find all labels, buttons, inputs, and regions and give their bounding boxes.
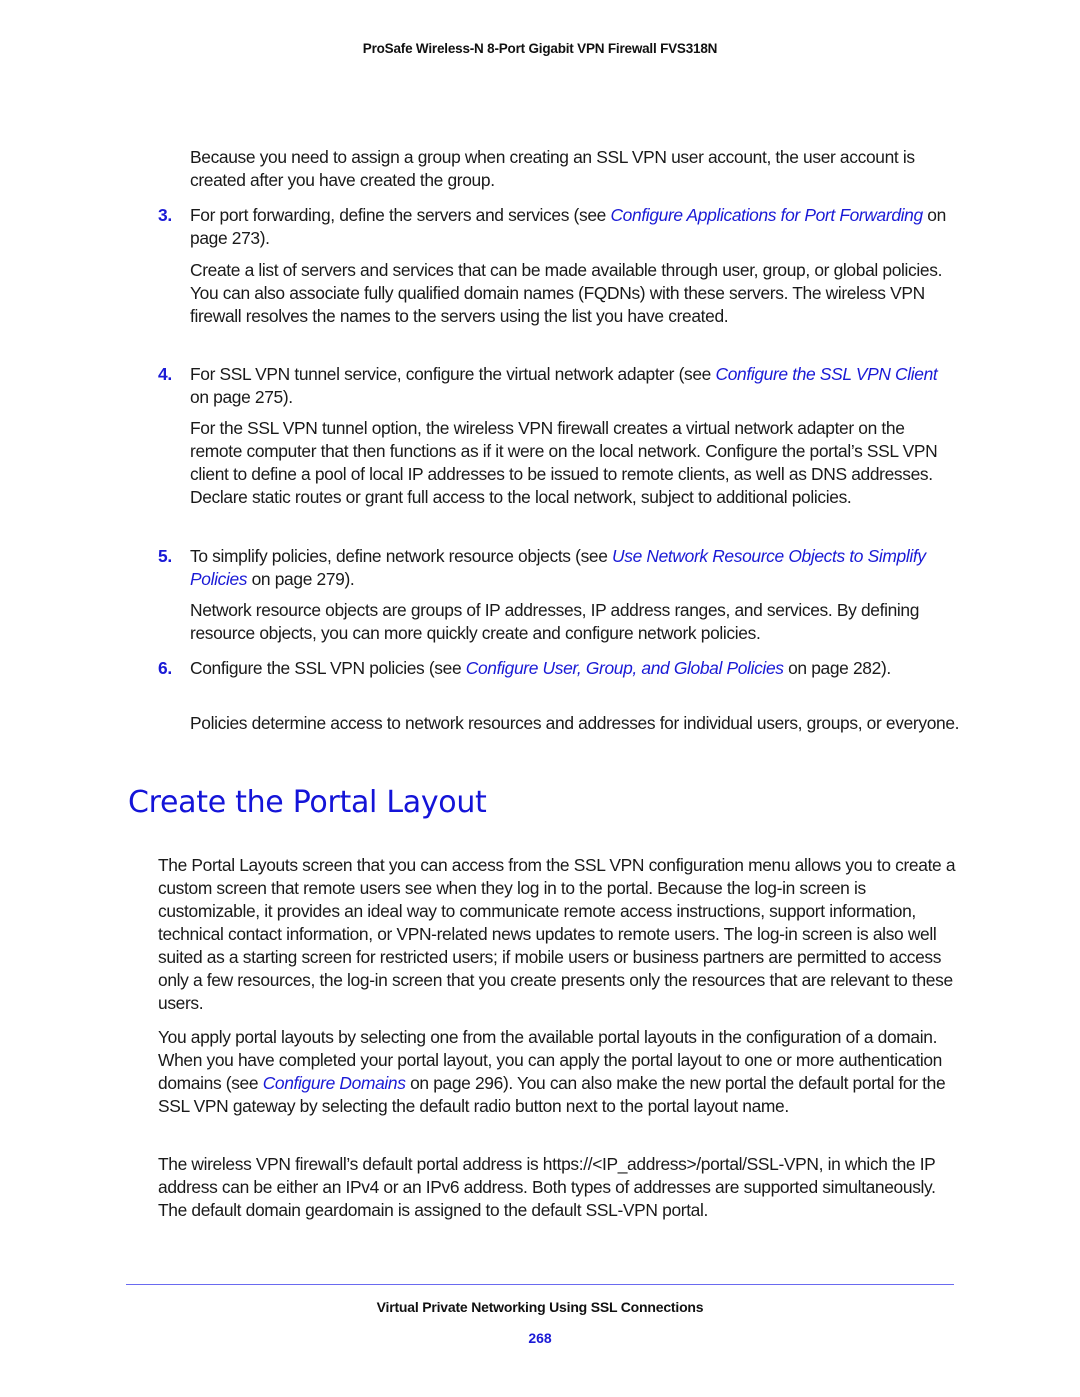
step-number: 4.: [158, 364, 172, 384]
step-text: For port forwarding, define the servers …: [190, 204, 960, 250]
step-text-after: on page 282).: [783, 658, 891, 678]
cross-reference-link[interactable]: Configure the SSL VPN Client: [715, 364, 937, 384]
section-heading: Create the Portal Layout: [128, 785, 487, 820]
section-paragraph: The wireless VPN firewall’s default port…: [158, 1154, 936, 1220]
step-number: 5.: [158, 546, 172, 566]
step-detail: Policies determine access to network res…: [190, 713, 960, 733]
step-detail: For the SSL VPN tunnel option, the wirel…: [190, 418, 938, 507]
section-paragraph: You apply portal layouts by selecting on…: [158, 1026, 958, 1118]
step-text-before: For SSL VPN tunnel service, configure th…: [190, 364, 716, 384]
step-text: To simplify policies, define network res…: [190, 545, 960, 591]
step-text-before: To simplify policies, define network res…: [190, 546, 613, 566]
step-text: For SSL VPN tunnel service, configure th…: [190, 363, 960, 409]
step-text: Configure the SSL VPN policies (see Conf…: [190, 657, 960, 680]
cross-reference-link[interactable]: Configure User, Group, and Global Polici…: [466, 658, 784, 678]
step-text-after: on page 275).: [190, 387, 293, 407]
step-detail: Create a list of servers and services th…: [190, 260, 943, 326]
step-number: 3.: [158, 205, 172, 225]
cross-reference-link[interactable]: Configure Applications for Port Forwardi…: [610, 205, 923, 225]
section-paragraph: The Portal Layouts screen that you can a…: [158, 855, 956, 1013]
intro-paragraph: Because you need to assign a group when …: [190, 147, 915, 190]
page-number: 268: [528, 1330, 552, 1346]
step-text-before: For port forwarding, define the servers …: [190, 205, 611, 225]
step-number: 6.: [158, 658, 172, 678]
footer-chapter-title: Virtual Private Networking Using SSL Con…: [376, 1299, 704, 1315]
step-text-before: Configure the SSL VPN policies (see: [190, 658, 466, 678]
running-header: ProSafe Wireless-N 8-Port Gigabit VPN Fi…: [362, 41, 718, 56]
footer-divider: [126, 1284, 954, 1285]
cross-reference-link[interactable]: Configure Domains: [263, 1073, 406, 1093]
step-detail: Network resource objects are groups of I…: [190, 600, 920, 643]
step-text-after: on page 279).: [247, 569, 355, 589]
